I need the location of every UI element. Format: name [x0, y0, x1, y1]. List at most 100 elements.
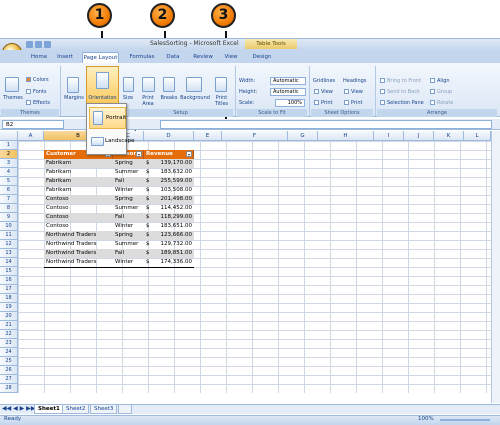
landscape-option[interactable]: Landscape [89, 131, 135, 153]
currency-cell[interactable]: $ [144, 249, 154, 258]
column-header[interactable]: G [288, 131, 318, 141]
customer-cell[interactable]: Northwind Traders [44, 249, 113, 258]
headings-view-checkbox[interactable]: View [344, 89, 363, 95]
season-cell[interactable]: Spring [113, 195, 144, 204]
season-cell[interactable]: Fall [113, 213, 144, 222]
row-header[interactable]: 4 [0, 168, 18, 177]
revenue-cell[interactable]: 183,632.00 [154, 168, 194, 177]
sheet-nav-arrows[interactable]: ◀◀ ◀ ▶ ▶▶ [2, 405, 35, 412]
season-cell[interactable]: Summer [113, 168, 144, 177]
name-box[interactable]: B2 [2, 120, 64, 129]
width-dropdown[interactable]: Automatic [270, 77, 306, 85]
print-titles-icon[interactable] [215, 77, 227, 92]
row-header[interactable]: 5 [0, 177, 18, 186]
season-cell[interactable]: Fall [113, 249, 144, 258]
currency-cell[interactable]: $ [144, 258, 154, 267]
currency-cell[interactable]: $ [144, 213, 154, 222]
customer-cell[interactable]: Fabrikam [44, 168, 113, 177]
row-header[interactable]: 8 [0, 204, 18, 213]
save-icon[interactable] [26, 41, 33, 48]
tab-data[interactable]: Data [163, 52, 183, 63]
vertical-scrollbar[interactable] [491, 131, 500, 403]
height-dropdown[interactable]: Automatic [270, 88, 306, 96]
row-header[interactable]: 1 [0, 141, 18, 150]
customer-cell[interactable]: Contoso [44, 204, 113, 213]
season-cell[interactable]: Spring [113, 231, 144, 240]
currency-cell[interactable]: $ [144, 231, 154, 240]
tab-review[interactable]: Review [190, 52, 216, 63]
select-all-corner[interactable] [0, 131, 18, 141]
send-to-back-button[interactable]: Send to Back [380, 89, 420, 95]
season-cell[interactable]: Winter [113, 186, 144, 195]
row-header[interactable]: 12 [0, 240, 18, 249]
column-header[interactable]: F [222, 131, 288, 141]
tab-home[interactable]: Home [28, 52, 50, 63]
season-cell[interactable]: Winter [113, 258, 144, 267]
tab-sheet2[interactable]: Sheet2 [62, 405, 90, 414]
row-header[interactable]: 2 [0, 150, 18, 159]
customer-cell[interactable]: Northwind Traders [44, 231, 113, 240]
row-header[interactable]: 21 [0, 321, 18, 330]
revenue-cell[interactable]: 174,336.00 [154, 258, 194, 267]
fonts-button[interactable]: Fonts [26, 89, 47, 95]
row-header[interactable]: 13 [0, 249, 18, 258]
customer-cell[interactable]: Contoso [44, 222, 113, 231]
column-header[interactable]: D [144, 131, 194, 141]
revenue-cell[interactable]: 123,666.00 [154, 231, 194, 240]
currency-cell[interactable]: $ [144, 186, 154, 195]
gridlines-view-checkbox[interactable]: View [314, 89, 333, 95]
currency-cell[interactable]: $ [144, 240, 154, 249]
row-header[interactable]: 27 [0, 375, 18, 384]
headings-print-checkbox[interactable]: Print [344, 100, 363, 106]
revenue-cell[interactable]: 189,851.00 [154, 249, 194, 258]
currency-cell[interactable]: $ [144, 177, 154, 186]
tab-sheet1[interactable]: Sheet1 [34, 405, 64, 414]
tab-insert[interactable]: Insert [53, 52, 77, 63]
revenue-cell[interactable]: 255,599.00 [154, 177, 194, 186]
print-area-button[interactable]: Print Area [137, 95, 159, 107]
print-titles-button[interactable]: Print Titles [211, 95, 232, 107]
row-header[interactable]: 15 [0, 267, 18, 276]
row-header[interactable]: 20 [0, 312, 18, 321]
tab-design[interactable]: Design [249, 52, 275, 63]
currency-cell[interactable]: $ [144, 222, 154, 231]
rotate-button[interactable]: Rotate [430, 100, 453, 106]
customer-cell[interactable]: Contoso [44, 195, 113, 204]
table-header-cell[interactable]: Revenue ▾ [144, 150, 194, 159]
align-button[interactable]: Align [430, 78, 450, 84]
row-header[interactable]: 9 [0, 213, 18, 222]
revenue-cell[interactable]: 139,170.00 [154, 159, 194, 168]
breaks-button[interactable]: Breaks [158, 95, 180, 101]
portrait-option[interactable]: Portrait [89, 107, 126, 129]
row-header[interactable]: 26 [0, 366, 18, 375]
size-button[interactable]: Size [119, 95, 137, 101]
row-header[interactable]: 25 [0, 357, 18, 366]
season-cell[interactable]: Winter [113, 222, 144, 231]
undo-icon[interactable] [35, 41, 42, 48]
currency-cell[interactable]: $ [144, 204, 154, 213]
revenue-cell[interactable]: 114,452.00 [154, 204, 194, 213]
row-header[interactable]: 17 [0, 285, 18, 294]
row-header[interactable]: 19 [0, 303, 18, 312]
margins-button[interactable]: Margins [63, 95, 85, 101]
season-cell[interactable]: Spring [113, 159, 144, 168]
filter-dropdown-icon[interactable]: ▾ [186, 151, 192, 157]
customer-cell[interactable]: Fabrikam [44, 159, 113, 168]
customer-cell[interactable]: Northwind Traders [44, 258, 113, 267]
season-cell[interactable]: Fall [113, 177, 144, 186]
formula-input[interactable] [160, 120, 492, 129]
revenue-cell[interactable]: 129,732.00 [154, 240, 194, 249]
row-header[interactable]: 11 [0, 231, 18, 240]
colors-button[interactable]: Colors [26, 77, 49, 83]
redo-icon[interactable] [44, 41, 51, 48]
column-header[interactable]: A [18, 131, 44, 141]
themes-button[interactable]: Themes [2, 95, 24, 101]
background-button[interactable]: Background [178, 95, 212, 101]
customer-cell[interactable]: Fabrikam [44, 177, 113, 186]
selection-pane-button[interactable]: Selection Pane [380, 100, 424, 106]
season-cell[interactable]: Summer [113, 204, 144, 213]
bring-to-front-button[interactable]: Bring to Front [380, 78, 421, 84]
customer-cell[interactable]: Fabrikam [44, 186, 113, 195]
customer-cell[interactable]: Northwind Traders [44, 240, 113, 249]
column-header[interactable]: E [194, 131, 222, 141]
